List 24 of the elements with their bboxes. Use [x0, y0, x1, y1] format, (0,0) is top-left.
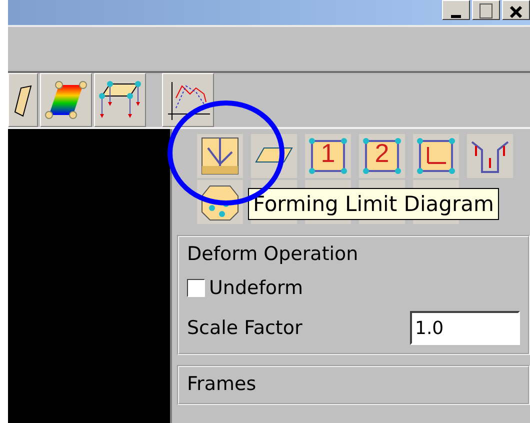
toolbar-button[interactable] — [162, 73, 214, 127]
axes-frame-icon — [416, 137, 456, 175]
maximize-icon — [479, 3, 493, 19]
close-button[interactable] — [502, 0, 530, 20]
maximize-button[interactable] — [472, 0, 500, 20]
checkbox[interactable] — [187, 279, 205, 297]
checkbox-label: Undeform — [209, 277, 303, 299]
scale-factor-field[interactable]: 1.0 — [410, 311, 520, 345]
contour-plate-icon — [45, 80, 87, 120]
close-icon — [509, 5, 523, 19]
minimize-icon — [451, 15, 461, 19]
tooltip: Forming Limit Diagram — [248, 188, 499, 220]
frame-icon — [362, 137, 402, 175]
minimize-button[interactable] — [442, 0, 470, 20]
toolbar-button[interactable] — [94, 73, 146, 127]
numbered-button[interactable]: 2 — [359, 134, 405, 178]
group-title: Deform Operation — [187, 243, 360, 265]
frame-icon — [308, 137, 348, 175]
numbered-button[interactable]: 1 — [305, 134, 351, 178]
toolbar-button[interactable] — [40, 73, 92, 127]
field-label: Scale Factor — [187, 317, 302, 339]
toolbar-button[interactable] — [8, 73, 38, 127]
diagram-icon — [200, 136, 240, 176]
group-title: Frames — [187, 373, 258, 395]
